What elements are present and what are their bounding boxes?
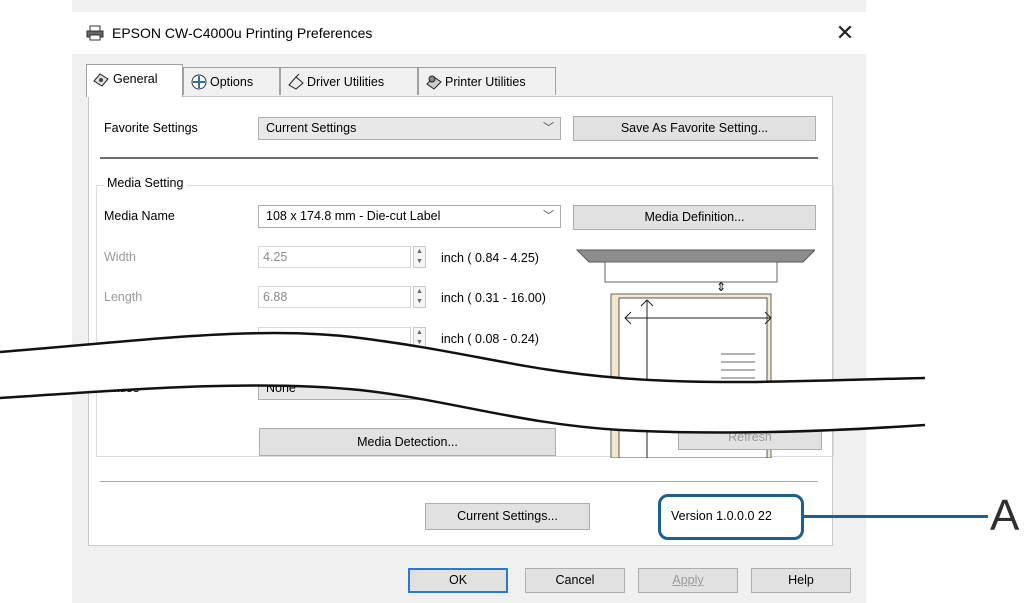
close-button[interactable]: ✕ [830,18,860,48]
apply-button[interactable]: Apply [638,568,738,593]
chevron-down-icon: ﹀ [543,210,554,222]
ok-button[interactable]: OK [408,568,508,593]
current-settings-button[interactable]: Current Settings... [425,503,590,530]
gap-range: inch ( 0.08 - 0.24) [441,332,539,346]
printer-icon [86,25,104,41]
separator-top [100,157,818,159]
media-name-label: Media Name [104,209,175,223]
width-field[interactable]: 4.25 [258,246,411,268]
width-range: inch ( 0.84 - 4.25) [441,251,539,265]
window-title: EPSON CW-C4000u Printing Preferences [112,25,373,41]
media-name-dropdown[interactable]: 108 x 174.8 mm - Die-cut Label ﹀ [258,205,561,228]
media-setting-title: Media Setting [104,176,187,190]
favorite-settings-value: Current Settings [266,121,357,135]
gap-field[interactable] [258,327,411,349]
media-definition-button[interactable]: Media Definition... [573,205,816,230]
media-detection-button[interactable]: Media Detection... [259,428,556,456]
driver-utilities-icon [287,73,305,91]
cancel-button[interactable]: Cancel [525,568,625,593]
tab-general[interactable]: General [86,64,183,97]
tab-driver-utilities-label: Driver Utilities [307,75,385,89]
options-tab-icon [190,73,208,91]
length-field[interactable]: 6.88 [258,286,411,308]
pause-dropdown[interactable]: None [258,377,558,400]
pause-label: Pause [104,381,140,395]
width-label: Width [104,250,136,264]
general-tab-icon [92,71,110,87]
tab-general-label: General [113,72,158,86]
length-label: Length [104,290,143,304]
chevron-down-icon: ﹀ [543,122,554,134]
tab-printer-utilities-label: Printer Utilities [445,75,526,89]
media-name-value: 108 x 174.8 mm - Die-cut Label [266,209,441,223]
refresh-button[interactable]: Refresh [678,425,822,450]
gap-spinner[interactable]: ▲ ▼ [413,327,426,349]
svg-text:⇕: ⇕ [716,280,726,294]
callout-line [804,515,988,518]
save-as-favorite-button[interactable]: Save As Favorite Setting... [573,116,816,141]
length-range: inch ( 0.31 - 16.00) [441,291,546,305]
tab-printer-utilities[interactable]: Printer Utilities [418,67,556,95]
favorite-settings-dropdown[interactable]: Current Settings ﹀ [258,117,561,140]
help-button[interactable]: Help [751,568,851,593]
printer-utilities-icon [425,73,443,91]
width-spinner[interactable]: ▲ ▼ [413,246,426,268]
tab-driver-utilities[interactable]: Driver Utilities [280,67,418,95]
separator-bottom [100,481,818,482]
length-spinner[interactable]: ▲ ▼ [413,286,426,308]
favorite-settings-label: Favorite Settings [104,121,198,135]
tab-options-label: Options [210,75,254,89]
tab-options[interactable]: Options [183,67,280,95]
pause-value: None [266,381,296,395]
version-callout-box [658,494,804,540]
callout-letter: A [990,491,1020,540]
